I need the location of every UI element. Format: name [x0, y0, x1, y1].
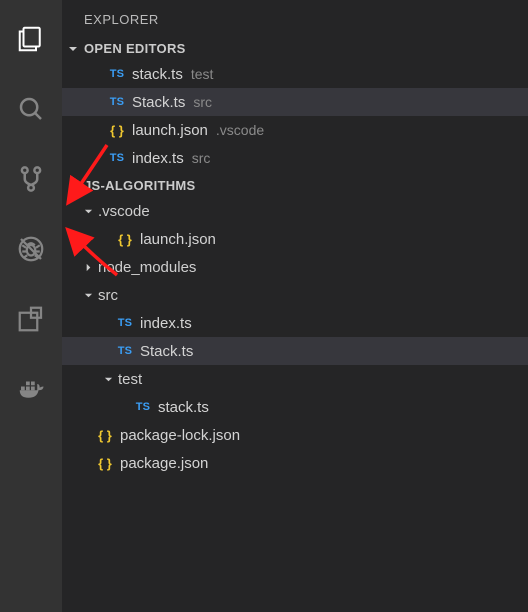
file-item[interactable]: TS stack.ts: [62, 393, 528, 421]
chevron-down-icon: [66, 181, 80, 191]
workspace-label: JS-ALGORITHMS: [84, 178, 196, 193]
open-editors-header[interactable]: OPEN EDITORS: [62, 37, 528, 60]
explorer-sidebar: EXPLORER OPEN EDITORS TS stack.ts test TS St…: [62, 0, 528, 612]
source-control-icon[interactable]: [6, 154, 56, 204]
open-editor-item[interactable]: TS index.ts src: [62, 144, 528, 172]
file-item[interactable]: TS index.ts: [62, 309, 528, 337]
folder-name: test: [118, 371, 142, 388]
typescript-icon: TS: [106, 68, 128, 80]
open-editor-item[interactable]: TS stack.ts test: [62, 60, 528, 88]
workspace-header[interactable]: JS-ALGORITHMS: [62, 174, 528, 197]
docker-icon[interactable]: [6, 364, 56, 414]
typescript-icon: TS: [114, 345, 136, 357]
debug-icon[interactable]: [6, 224, 56, 274]
folder-item[interactable]: .vscode: [62, 197, 528, 225]
extensions-icon[interactable]: [6, 294, 56, 344]
typescript-icon: TS: [132, 401, 154, 413]
file-name: package.json: [120, 455, 208, 472]
explorer-icon[interactable]: [6, 14, 56, 64]
folder-name: .vscode: [98, 203, 150, 220]
file-path: .vscode: [216, 122, 264, 138]
open-editor-item[interactable]: { } launch.json .vscode: [62, 116, 528, 144]
open-editors-label: OPEN EDITORS: [84, 41, 186, 56]
folder-item[interactable]: node_modules: [62, 253, 528, 281]
file-item[interactable]: { } package-lock.json: [62, 421, 528, 449]
json-icon: { }: [114, 232, 136, 247]
chevron-down-icon: [82, 291, 94, 300]
search-icon[interactable]: [6, 84, 56, 134]
file-path: src: [192, 150, 211, 166]
open-editors-list: TS stack.ts test TS Stack.ts src { } launch.jso…: [62, 60, 528, 172]
json-icon: { }: [94, 456, 116, 471]
file-name: index.ts: [132, 150, 184, 167]
file-name: Stack.ts: [132, 94, 185, 111]
file-item[interactable]: { } package.json: [62, 449, 528, 477]
folder-item[interactable]: src: [62, 281, 528, 309]
typescript-icon: TS: [114, 317, 136, 329]
json-icon: { }: [106, 123, 128, 138]
file-name: launch.json: [140, 231, 216, 248]
file-name: stack.ts: [132, 66, 183, 83]
json-icon: { }: [94, 428, 116, 443]
file-name: stack.ts: [158, 399, 209, 416]
file-name: index.ts: [140, 315, 192, 332]
typescript-icon: TS: [106, 152, 128, 164]
folder-item[interactable]: test: [62, 365, 528, 393]
explorer-title: EXPLORER: [62, 0, 528, 37]
folder-name: node_modules: [98, 259, 196, 276]
file-item[interactable]: TS Stack.ts: [62, 337, 528, 365]
file-path: src: [193, 94, 212, 110]
file-name: package-lock.json: [120, 427, 240, 444]
chevron-down-icon: [66, 44, 80, 54]
file-name: Stack.ts: [140, 343, 193, 360]
chevron-right-icon: [82, 263, 94, 272]
file-path: test: [191, 66, 214, 82]
chevron-down-icon: [82, 207, 94, 216]
open-editor-item[interactable]: TS Stack.ts src: [62, 88, 528, 116]
folder-name: src: [98, 287, 118, 304]
file-item[interactable]: { } launch.json: [62, 225, 528, 253]
chevron-down-icon: [102, 375, 114, 384]
typescript-icon: TS: [106, 96, 128, 108]
activity-bar: [0, 0, 62, 612]
file-tree: .vscode { } launch.json node_modulessrc TS in…: [62, 197, 528, 477]
file-name: launch.json: [132, 122, 208, 139]
